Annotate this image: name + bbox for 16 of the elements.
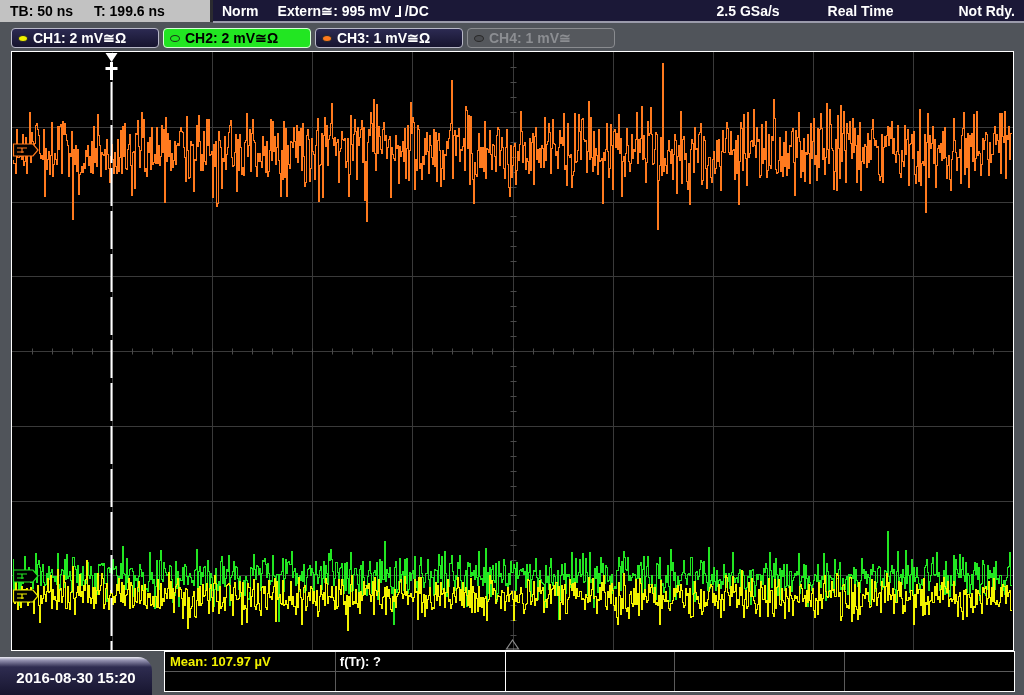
measurement-readout: Mean: 107.97 µV (170, 654, 271, 669)
sample-rate-readout: 2.5 GSa/s (716, 2, 780, 19)
measurement-readout: f(Tr): ? (339, 654, 381, 669)
date-time-display: 2016-08-30 15:20 (0, 657, 152, 695)
trigger-time-readout: T: 199.6 ns (94, 3, 165, 19)
channel-button[interactable]: CH3: 1 mV≅Ω (315, 28, 463, 48)
channel-button[interactable]: CH2: 2 mV≅Ω (163, 28, 311, 48)
timebase-readout: TB: 50 ns (10, 3, 73, 19)
acquisition-mode-readout: Real Time (827, 2, 894, 19)
channel-button[interactable]: CH1: 2 mV≅Ω (11, 28, 159, 48)
trigger-coupling-readout: /DC (404, 2, 429, 19)
rising-edge-icon (394, 4, 404, 17)
trigger-mode-readout: Norm (222, 2, 259, 19)
status-readout: Not Rdy. (958, 2, 1015, 19)
trigger-position-icon (505, 638, 520, 650)
trigger-source-readout: Extern≅: 995 mV (277, 2, 391, 19)
